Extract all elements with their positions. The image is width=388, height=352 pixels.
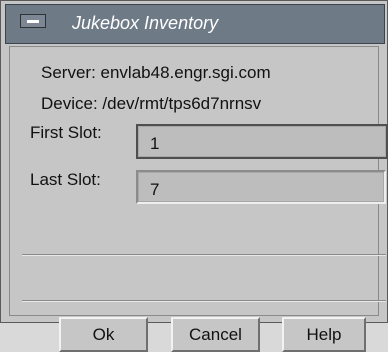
separator [22,254,386,256]
device-info: Device: /dev/rmt/tps6d7nrnsv [41,94,262,113]
window-menu-button[interactable] [20,14,46,28]
server-info: Server: envlab48.engr.sgi.com [41,63,271,82]
window-title: Jukebox Inventory [72,13,219,33]
dialog-window: Jukebox Inventory Server: envlab48.engr.… [0,0,388,352]
last-slot-label: Last Slot: [30,170,101,189]
first-slot-label: First Slot: [30,123,102,142]
ok-button[interactable]: Ok [59,317,148,352]
dialog-content: Server: envlab48.engr.sgi.com Device: /d… [9,46,388,352]
help-button[interactable]: Help [282,317,366,352]
last-slot-input[interactable]: 7 [136,170,386,204]
cancel-button[interactable]: Cancel [171,317,260,352]
window-menu-icon [27,20,39,23]
title-bar: Jukebox Inventory [5,4,385,44]
separator [22,300,386,302]
first-slot-input[interactable]: 1 [136,124,388,159]
